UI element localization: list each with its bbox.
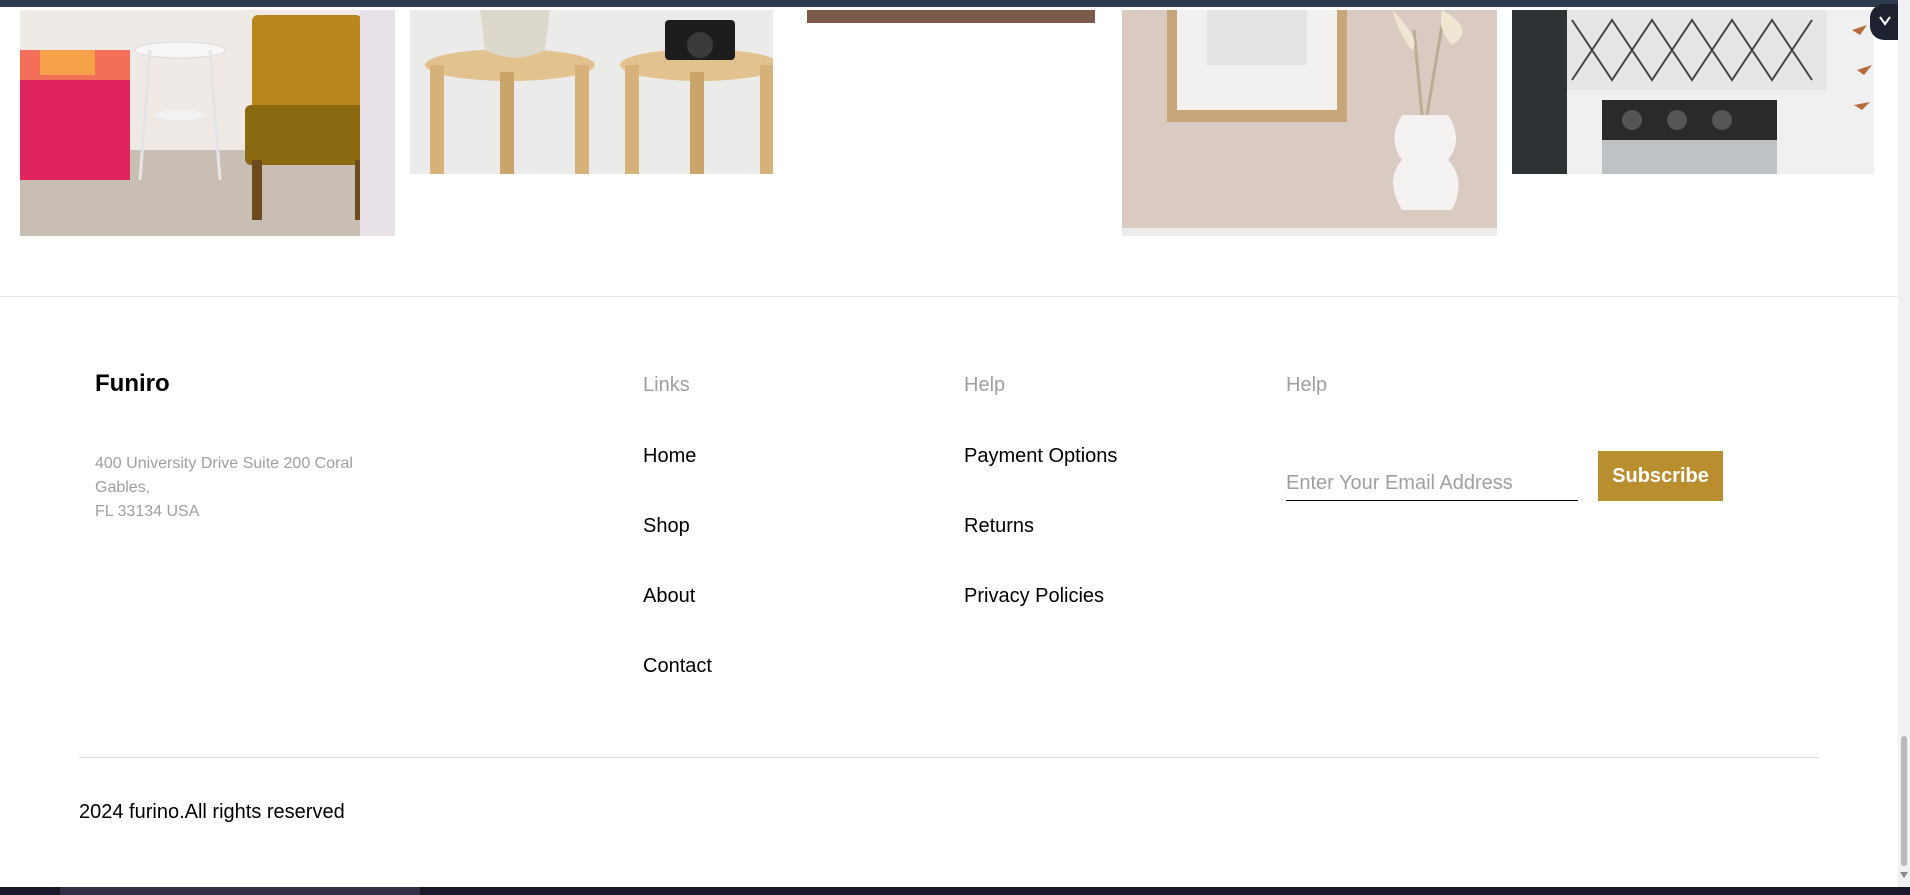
gallery-image-bedroom-chair[interactable] — [20, 10, 395, 236]
scroll-down-arrow-icon[interactable] — [1900, 872, 1908, 878]
gallery-image-floor[interactable] — [807, 10, 1095, 23]
taskbar-edge — [0, 887, 1910, 895]
newsletter-email-input[interactable] — [1286, 466, 1578, 501]
page-scrollbar[interactable] — [1898, 0, 1910, 887]
footer-link-contact[interactable]: Contact — [643, 655, 712, 678]
footer-link-about[interactable]: About — [643, 585, 695, 608]
footer-bottom-divider — [79, 757, 1819, 758]
footer-link-privacy-policies[interactable]: Privacy Policies — [964, 585, 1104, 608]
footer-address: 400 University Drive Suite 200 Coral Gab… — [95, 452, 415, 524]
footer-link-shop[interactable]: Shop — [643, 515, 690, 538]
browser-top-edge — [0, 0, 1910, 7]
address-line: FL 33134 USA — [95, 503, 200, 520]
footer-link-payment-options[interactable]: Payment Options — [964, 445, 1117, 468]
copyright-text: 2024 furino.All rights reserved — [79, 801, 345, 823]
footer-link-returns[interactable]: Returns — [964, 515, 1034, 538]
footer-help-title: Help — [964, 374, 1006, 396]
footer-link-home[interactable]: Home — [643, 445, 696, 468]
footer-links-title: Links — [643, 374, 690, 396]
chevron-down-icon — [1879, 16, 1891, 26]
subscribe-button[interactable]: Subscribe — [1598, 451, 1723, 501]
address-line: 400 University Drive Suite 200 Coral — [95, 455, 353, 472]
scrollbar-thumb[interactable] — [1901, 736, 1907, 866]
footer-brand: Funiro — [95, 370, 170, 397]
gallery-image-kitchen-stove[interactable] — [1512, 10, 1874, 174]
footer-top-divider — [0, 296, 1898, 297]
address-line: Gables, — [95, 479, 151, 496]
scroll-to-top-button[interactable] — [1870, 4, 1898, 40]
taskbar-item — [60, 887, 420, 895]
footer-newsletter-title: Help — [1286, 374, 1328, 396]
gallery-image-stools-camera[interactable] — [410, 10, 773, 174]
gallery-image-frame-vase[interactable] — [1122, 10, 1497, 236]
